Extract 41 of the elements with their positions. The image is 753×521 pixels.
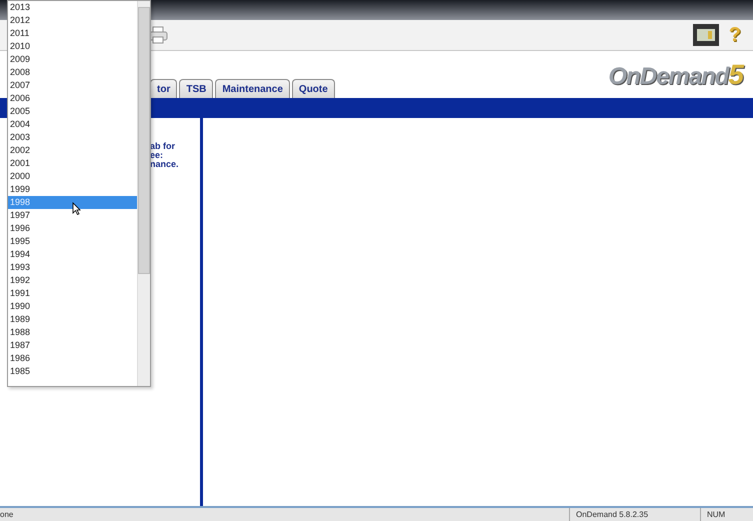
status-indicator: NUM: [700, 508, 753, 521]
year-option[interactable]: 1994: [8, 248, 137, 261]
year-option[interactable]: 2011: [8, 27, 137, 40]
status-message: one: [0, 510, 14, 519]
year-option[interactable]: 2010: [8, 40, 137, 53]
film-icon[interactable]: [692, 24, 719, 46]
year-option[interactable]: 1999: [8, 183, 137, 196]
year-option[interactable]: 2012: [8, 14, 137, 27]
tab[interactable]: Maintenance: [215, 79, 290, 98]
year-option[interactable]: 2008: [8, 66, 137, 79]
year-option[interactable]: 1987: [8, 339, 137, 352]
year-option[interactable]: 1985: [8, 365, 137, 378]
cursor-icon: [72, 202, 81, 215]
tab[interactable]: tor: [150, 79, 178, 98]
year-option[interactable]: 2001: [8, 157, 137, 170]
year-option[interactable]: 1988: [8, 326, 137, 339]
status-version: OnDemand 5.8.2.35: [569, 508, 700, 521]
year-option[interactable]: 2009: [8, 53, 137, 66]
year-option[interactable]: 2002: [8, 144, 137, 157]
tab[interactable]: Quote: [292, 79, 335, 98]
year-option[interactable]: 1997: [8, 209, 137, 222]
year-option[interactable]: 1992: [8, 274, 137, 287]
year-option[interactable]: 1995: [8, 235, 137, 248]
year-option[interactable]: 2003: [8, 131, 137, 144]
panel-text: nance.: [150, 160, 180, 169]
tab[interactable]: TSB: [179, 79, 214, 98]
year-option[interactable]: 2005: [8, 105, 137, 118]
panel-text: ab for: [150, 142, 176, 151]
year-option[interactable]: 1989: [8, 313, 137, 326]
year-option[interactable]: 2000: [8, 170, 137, 183]
scrollbar[interactable]: [137, 1, 150, 386]
year-option[interactable]: 1991: [8, 287, 137, 300]
year-option[interactable]: 2004: [8, 118, 137, 131]
year-option[interactable]: 1993: [8, 261, 137, 274]
logo: OnDemand5: [608, 59, 743, 91]
year-option[interactable]: 2007: [8, 79, 137, 92]
year-option[interactable]: 2013: [8, 1, 137, 14]
year-option[interactable]: 1996: [8, 222, 137, 235]
year-option[interactable]: 2006: [8, 92, 137, 105]
year-option[interactable]: 1986: [8, 352, 137, 365]
year-option[interactable]: 1990: [8, 300, 137, 313]
